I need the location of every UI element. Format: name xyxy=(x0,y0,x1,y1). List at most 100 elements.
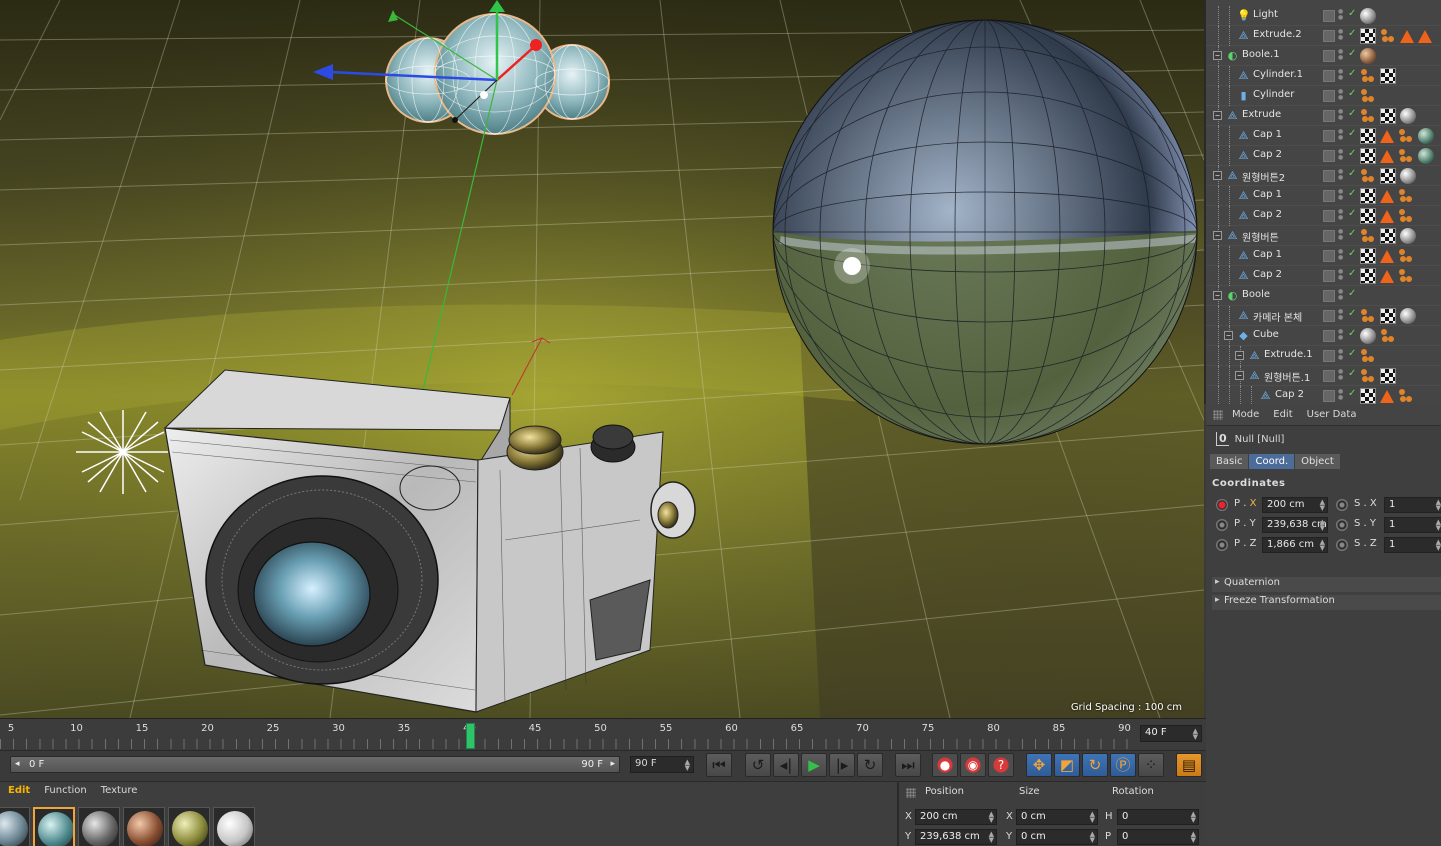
object-row[interactable]: − ⟁ Extrude.1 ● ● ✓ xyxy=(1206,346,1441,366)
range-right-arrow-icon[interactable]: ▸ xyxy=(610,759,615,769)
enabled-check-icon[interactable]: ✓ xyxy=(1348,328,1356,339)
checker-tag-icon[interactable] xyxy=(1360,188,1376,204)
dots-tag-icon[interactable] xyxy=(1398,148,1414,164)
dots-tag-icon[interactable] xyxy=(1360,228,1376,244)
enabled-check-icon[interactable]: ✓ xyxy=(1348,168,1356,179)
layer-icon[interactable] xyxy=(1323,390,1335,402)
object-name[interactable]: Cube xyxy=(1253,329,1279,340)
object-name[interactable]: Cap 2 xyxy=(1275,389,1304,400)
animate-sy-radio[interactable] xyxy=(1336,519,1348,531)
tri-tag-icon[interactable] xyxy=(1380,129,1394,143)
enabled-check-icon[interactable]: ✓ xyxy=(1348,108,1356,119)
object-name[interactable]: Cap 2 xyxy=(1253,149,1282,160)
layer-icon[interactable] xyxy=(1323,70,1335,82)
checker-tag-icon[interactable] xyxy=(1380,368,1396,384)
visibility-dots-icon[interactable]: ● ● xyxy=(1338,369,1346,381)
visibility-dots-icon[interactable]: ● ● xyxy=(1338,29,1346,41)
tab-object[interactable]: Object xyxy=(1295,454,1340,469)
next-key-button[interactable]: ↻ xyxy=(857,753,883,777)
checker-tag-icon[interactable] xyxy=(1360,28,1376,44)
fold-freeze-transformation[interactable]: Freeze Transformation xyxy=(1212,595,1441,610)
tri-tag-icon[interactable] xyxy=(1380,269,1394,283)
dots-tag-icon[interactable] xyxy=(1360,108,1376,124)
end-frame-field[interactable]: 90 F ▲ ▼ xyxy=(630,756,694,773)
grip-icon[interactable] xyxy=(1213,410,1223,420)
object-row[interactable]: ⟁ 카메라 본체 ● ● ✓ xyxy=(1206,306,1441,326)
layer-icon[interactable] xyxy=(1323,270,1335,282)
object-name[interactable]: Cap 2 xyxy=(1253,209,1282,220)
menu-mat-edit[interactable]: Edit xyxy=(8,785,30,796)
timeline-window-button[interactable]: ▤ xyxy=(1176,753,1202,777)
animate-py-radio[interactable] xyxy=(1216,519,1228,531)
object-row[interactable]: ⟁ Cap 1 ● ● ✓ xyxy=(1206,246,1441,266)
pos-x-field[interactable]: 200 cm ▲ ▼ xyxy=(915,809,997,825)
dots-tag-icon[interactable] xyxy=(1398,248,1414,264)
object-row[interactable]: ⟁ Cap 2 ● ● ✓ xyxy=(1206,206,1441,226)
visibility-dots-icon[interactable]: ● ● xyxy=(1338,49,1346,61)
tri-tag-icon[interactable] xyxy=(1380,249,1394,263)
animate-px-radio[interactable] xyxy=(1216,499,1228,511)
object-name[interactable]: Cap 1 xyxy=(1253,189,1282,200)
layer-icon[interactable] xyxy=(1323,10,1335,22)
expand-icon[interactable]: − xyxy=(1235,371,1244,380)
object-row[interactable]: ⟁ Cap 2 ● ● ✓ xyxy=(1206,146,1441,166)
visibility-dots-icon[interactable]: ● ● xyxy=(1338,189,1346,201)
checker-tag-icon[interactable] xyxy=(1360,148,1376,164)
point-level-button[interactable]: ⁘ xyxy=(1138,753,1164,777)
object-name[interactable]: Boole xyxy=(1242,289,1270,300)
object-name[interactable]: 원형버튼2 xyxy=(1242,169,1285,184)
expand-icon[interactable]: − xyxy=(1213,111,1222,120)
visibility-dots-icon[interactable]: ● ● xyxy=(1338,289,1346,301)
tri-tag-icon[interactable] xyxy=(1400,29,1414,43)
object-name[interactable]: Cylinder xyxy=(1253,89,1294,100)
visibility-dots-icon[interactable]: ● ● xyxy=(1338,229,1346,241)
enabled-check-icon[interactable]: ✓ xyxy=(1348,308,1356,319)
ball-tag-icon[interactable] xyxy=(1400,108,1416,124)
menu-user-data[interactable]: User Data xyxy=(1307,409,1357,420)
range-left-arrow-icon[interactable]: ◂ xyxy=(15,759,20,769)
visibility-dots-icon[interactable]: ● ● xyxy=(1338,9,1346,21)
enabled-check-icon[interactable]: ✓ xyxy=(1348,208,1356,219)
sy-field[interactable]: 1 ▲ ▼ xyxy=(1384,517,1441,533)
checker-tag-icon[interactable] xyxy=(1380,228,1396,244)
enabled-check-icon[interactable]: ✓ xyxy=(1348,348,1356,359)
enabled-check-icon[interactable]: ✓ xyxy=(1348,128,1356,139)
checker-tag-icon[interactable] xyxy=(1380,108,1396,124)
scale-tool-button[interactable]: ◩ xyxy=(1054,753,1080,777)
checker-tag-icon[interactable] xyxy=(1360,388,1376,404)
visibility-dots-icon[interactable]: ● ● xyxy=(1338,389,1346,401)
object-row[interactable]: − ⟁ Extrude ● ● ✓ xyxy=(1206,106,1441,126)
next-frame-button[interactable]: |▸ xyxy=(829,753,855,777)
object-row[interactable]: ⟁ Cap 2 ● ● ✓ xyxy=(1206,266,1441,286)
enabled-check-icon[interactable]: ✓ xyxy=(1348,388,1356,399)
material-swatch[interactable] xyxy=(0,807,30,846)
checker-tag-icon[interactable] xyxy=(1380,168,1396,184)
ball2-tag-icon[interactable] xyxy=(1418,128,1434,144)
ball-tag-icon[interactable] xyxy=(1400,228,1416,244)
tab-basic[interactable]: Basic xyxy=(1210,454,1249,469)
sx-field[interactable]: 1 ▲ ▼ xyxy=(1384,497,1441,513)
visibility-dots-icon[interactable]: ● ● xyxy=(1338,109,1346,121)
go-to-start-button[interactable]: ⏮ xyxy=(706,753,732,777)
size-y-field[interactable]: 0 cm ▲ ▼ xyxy=(1016,829,1098,845)
expand-icon[interactable]: − xyxy=(1224,331,1233,340)
tri-tag-icon[interactable] xyxy=(1380,209,1394,223)
pz-field[interactable]: 1,866 cm ▲ ▼ xyxy=(1262,537,1328,553)
enabled-check-icon[interactable]: ✓ xyxy=(1348,148,1356,159)
visibility-dots-icon[interactable]: ● ● xyxy=(1338,309,1346,321)
ball-tag-icon[interactable] xyxy=(1360,328,1376,344)
expand-icon[interactable]: − xyxy=(1235,351,1244,360)
expand-icon[interactable]: − xyxy=(1213,291,1222,300)
object-row[interactable]: ⟁ Cap 1 ● ● ✓ xyxy=(1206,126,1441,146)
object-name[interactable]: Extrude xyxy=(1242,109,1281,120)
material-swatch[interactable] xyxy=(78,807,120,846)
object-row[interactable]: − ⟁ 원형버튼.1 ● ● ✓ xyxy=(1206,366,1441,386)
fold-quaternion[interactable]: Quaternion xyxy=(1212,577,1441,592)
dots-tag-icon[interactable] xyxy=(1398,268,1414,284)
visibility-dots-icon[interactable]: ● ● xyxy=(1338,329,1346,341)
object-row[interactable]: ⟁ Cap 2 ● ● ✓ xyxy=(1206,386,1441,404)
go-to-end-button[interactable]: ⏭ xyxy=(895,753,921,777)
object-name[interactable]: 카메라 본체 xyxy=(1253,309,1302,324)
menu-edit[interactable]: Edit xyxy=(1273,409,1292,420)
object-name[interactable]: Cap 2 xyxy=(1253,269,1282,280)
